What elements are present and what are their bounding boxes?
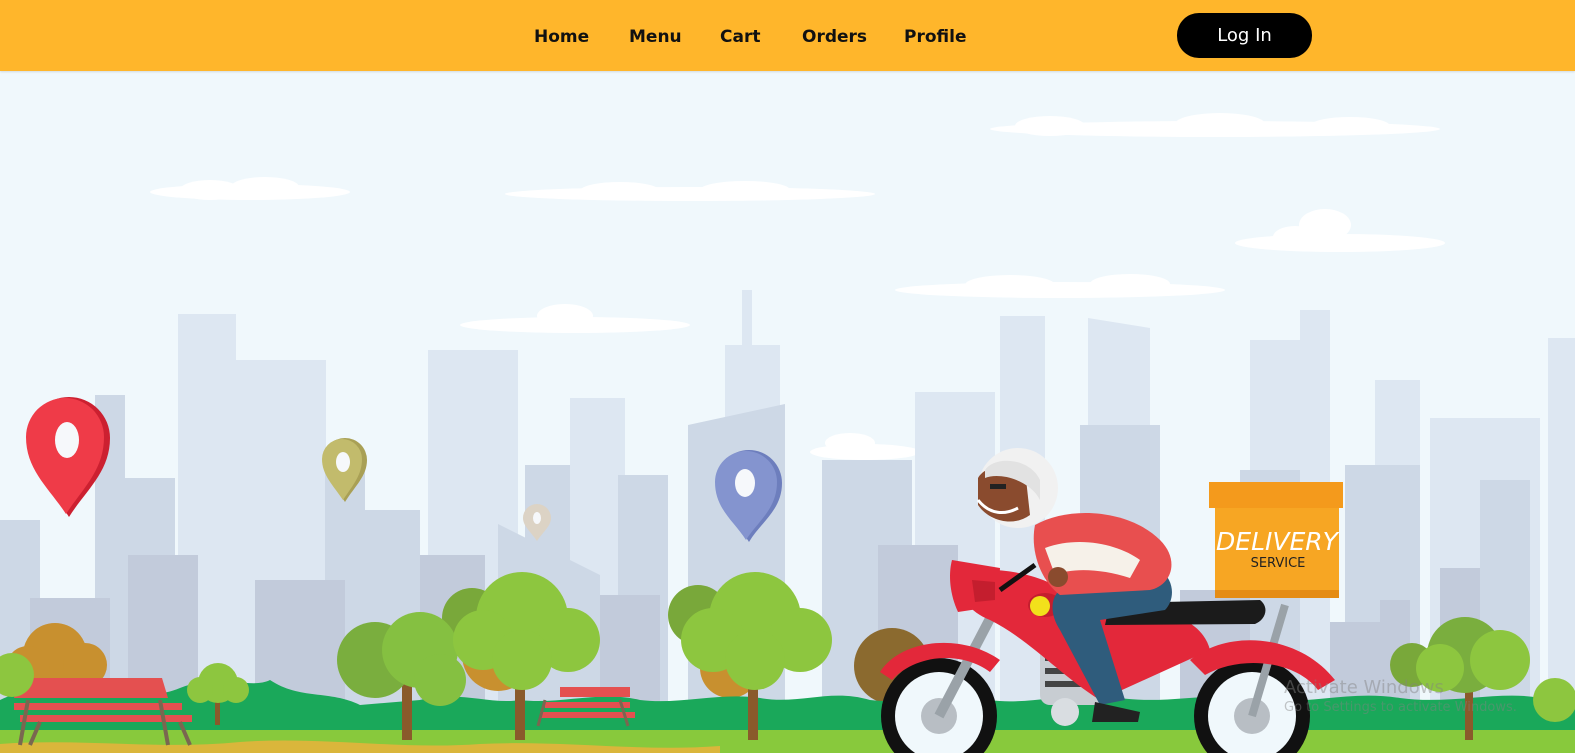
nav-orders-link[interactable]: Orders <box>802 27 867 47</box>
box-label-service: SERVICE <box>1251 556 1306 571</box>
delivery-box: DELIVERY SERVICE <box>1209 482 1343 598</box>
watermark-title: Activate Windows <box>1284 677 1444 698</box>
nav-cart-link[interactable]: Cart <box>720 27 760 47</box>
watermark-subtitle: Go to Settings to activate Windows. <box>1284 700 1517 715</box>
nav-menu-link[interactable]: Menu <box>629 27 682 47</box>
top-navbar: Home Menu Cart Orders Profile Log In <box>0 0 1575 71</box>
box-label-delivery: DELIVERY <box>1216 527 1340 556</box>
windows-activation-watermark: Activate Windows Go to Settings to activ… <box>1284 677 1517 717</box>
nav-links: Home Menu Cart Orders Profile <box>0 0 1575 71</box>
nav-home-link[interactable]: Home <box>534 27 589 47</box>
login-button[interactable]: Log In <box>1177 13 1312 58</box>
nav-profile-link[interactable]: Profile <box>904 27 966 47</box>
hero-illustration: DELIVERY SERVICE <box>0 71 1575 753</box>
